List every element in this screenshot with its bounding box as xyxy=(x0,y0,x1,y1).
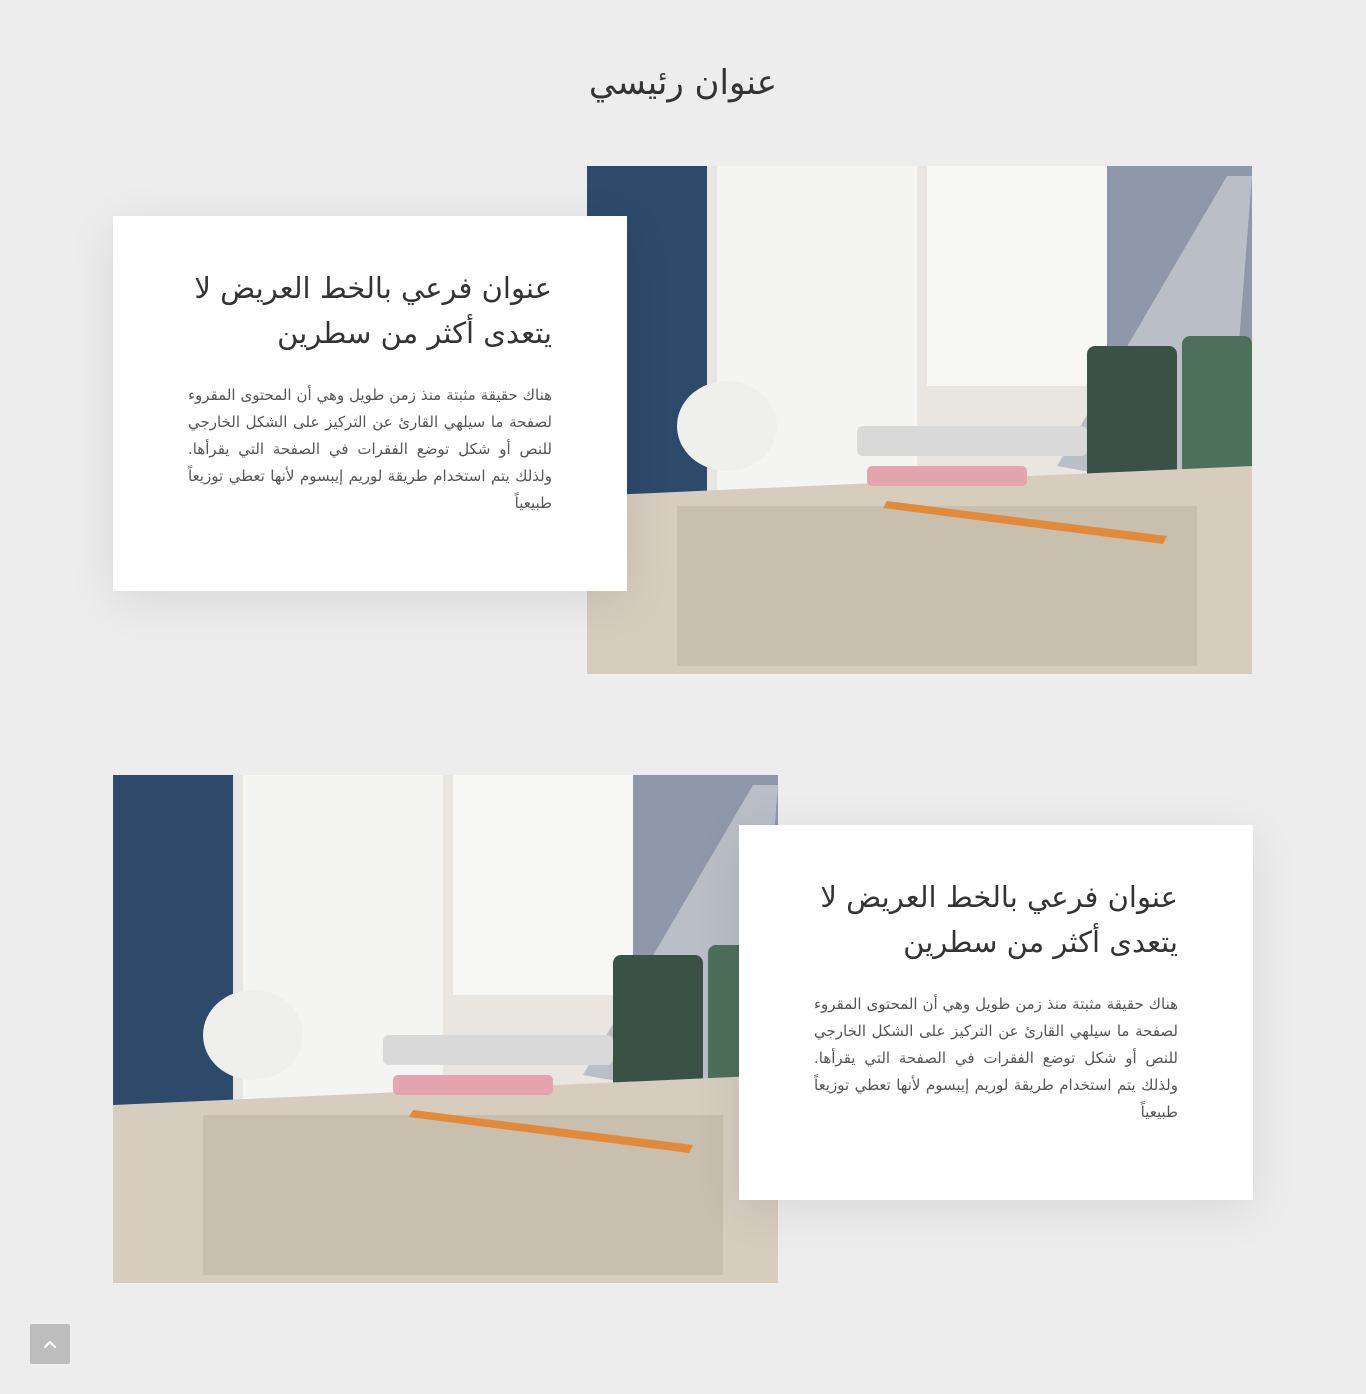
chevron-up-icon xyxy=(43,1340,57,1349)
card-body: هناك حقيقة مثبتة منذ زمن طويل وهي أن الم… xyxy=(814,995,1178,1121)
scroll-to-top-button[interactable] xyxy=(30,1324,70,1364)
page-title: عنوان رئيسي xyxy=(588,63,778,103)
card-body: هناك حقيقة مثبتة منذ زمن طويل وهي أن الم… xyxy=(188,386,552,512)
section-image-laptop-desk xyxy=(113,775,778,1283)
card-heading: عنوان فرعي بالخط العريض لا يتعدى أكثر من… xyxy=(820,880,1178,959)
card-heading: عنوان فرعي بالخط العريض لا يتعدى أكثر من… xyxy=(194,271,552,350)
content-card: عنوان فرعي بالخط العريض لا يتعدى أكثر من… xyxy=(113,216,627,591)
section-image-laptop-desk xyxy=(587,166,1252,674)
content-card: عنوان فرعي بالخط العريض لا يتعدى أكثر من… xyxy=(739,825,1253,1200)
